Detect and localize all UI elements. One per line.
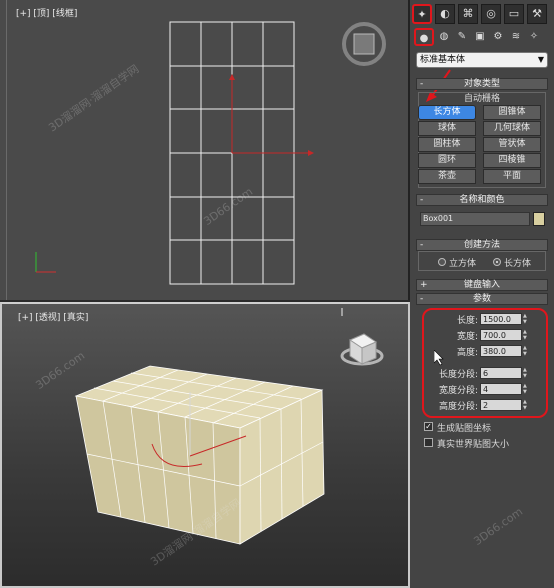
width-label: 宽度: <box>456 332 478 342</box>
geometry-subtype-icon[interactable]: ● <box>414 28 434 46</box>
tube-button[interactable]: 管状体 <box>483 137 541 152</box>
box-radio[interactable] <box>493 258 501 266</box>
hierarchy-tab-icon[interactable]: ⌘ <box>458 4 478 24</box>
cube-radio-label: 立方体 <box>449 259 477 269</box>
box-radio-label: 长方体 <box>504 259 532 269</box>
width-spinner-icon[interactable]: ▲ ▼ <box>523 329 529 341</box>
plane-button[interactable]: 平面 <box>483 169 541 184</box>
autogrid-toggle[interactable]: 自动栅格 <box>418 91 546 104</box>
name-color-rollout[interactable]: - 名称和颜色 <box>416 194 548 206</box>
expand-icon: + <box>420 280 428 290</box>
perspective-viewport[interactable]: [+] [透视] [真实] 3D66.com 3D溜溜网·溜溜自学网 <box>0 302 410 588</box>
collapse-icon: - <box>420 240 424 250</box>
box-mesh <box>74 365 325 545</box>
width-segs-spinner-icon[interactable]: ▲ ▼ <box>523 383 529 395</box>
cameras-subtype-icon[interactable]: ▣ <box>472 28 488 46</box>
box-button[interactable]: 长方体 <box>418 105 476 120</box>
collapse-icon: - <box>420 79 424 89</box>
viewcube-persp <box>340 333 384 366</box>
command-panel: ✦ ◐ ⌘ ◎ ▭ ⚒ ● ◍ ✎ ▣ ⚙ ≋ ✧ 标准基本体 ▼ - 对象类型… <box>410 0 554 588</box>
height-field[interactable]: 380.0 <box>480 345 522 357</box>
keyboard-entry-rollout[interactable]: + 键盘输入 <box>416 279 548 291</box>
pivot-gizmo <box>229 74 314 156</box>
world-axis-tripod <box>35 252 56 273</box>
perspective-scene <box>74 308 384 545</box>
cube-radio[interactable] <box>438 258 446 266</box>
display-tab-icon[interactable]: ▭ <box>504 4 524 24</box>
create-tab-icon[interactable]: ✦ <box>412 4 432 24</box>
top-viewport[interactable]: [+] [顶] [线框] 3D溜溜网·溜溜自学网 3D66.com <box>0 0 410 300</box>
creation-method-rollout[interactable]: - 创建方法 <box>416 239 548 251</box>
height-segs-spinner-icon[interactable]: ▲ ▼ <box>523 399 529 411</box>
height-spinner-icon[interactable]: ▲ ▼ <box>523 345 529 357</box>
length-segs-label: 长度分段: <box>438 370 478 380</box>
width-segs-label: 宽度分段: <box>438 386 478 396</box>
pyramid-button[interactable]: 四棱锥 <box>483 153 541 168</box>
height-segs-field[interactable]: 2 <box>480 399 522 411</box>
top-view-wireframe <box>35 21 386 285</box>
object-type-rollout[interactable]: - 对象类型 <box>416 78 548 90</box>
teapot-button[interactable]: 茶壶 <box>418 169 476 184</box>
systems-subtype-icon[interactable]: ✧ <box>526 28 542 46</box>
length-spinner-icon[interactable]: ▲ ▼ <box>523 313 529 325</box>
real-world-map-checkbox[interactable] <box>424 438 433 447</box>
torus-button[interactable]: 圆环 <box>418 153 476 168</box>
modify-tab-icon[interactable]: ◐ <box>435 4 455 24</box>
parameters-rollout[interactable]: - 参数 <box>416 293 548 305</box>
object-name-input[interactable]: Box001 <box>420 212 530 226</box>
motion-tab-icon[interactable]: ◎ <box>481 4 501 24</box>
collapse-icon: - <box>420 294 424 304</box>
utilities-tab-icon[interactable]: ⚒ <box>527 4 547 24</box>
gen-map-coords-label: 生成贴图坐标 <box>437 424 492 434</box>
chevron-down-icon: ▼ <box>537 55 544 64</box>
watermark: 3D66.com <box>471 504 526 549</box>
cylinder-button[interactable]: 圆柱体 <box>418 137 476 152</box>
width-segs-field[interactable]: 4 <box>480 383 522 395</box>
length-label: 长度: <box>456 316 478 326</box>
mouse-cursor-icon <box>434 350 444 366</box>
width-field[interactable]: 700.0 <box>480 329 522 341</box>
length-segs-spinner-icon[interactable]: ▲ ▼ <box>523 367 529 379</box>
length-field[interactable]: 1500.0 <box>480 313 522 325</box>
lights-subtype-icon[interactable]: ✎ <box>454 28 470 46</box>
spacewarps-subtype-icon[interactable]: ≋ <box>508 28 524 46</box>
length-segs-field[interactable]: 6 <box>480 367 522 379</box>
real-world-map-label: 真实世界贴图大小 <box>437 440 510 450</box>
collapse-icon: - <box>420 195 424 205</box>
viewcube-top <box>342 22 386 66</box>
gen-map-coords-checkbox[interactable]: ✓ <box>424 422 433 431</box>
geosphere-button[interactable]: 几何球体 <box>483 121 541 136</box>
height-segs-label: 高度分段: <box>438 402 478 412</box>
object-color-swatch[interactable] <box>533 212 545 226</box>
sphere-button[interactable]: 球体 <box>418 121 476 136</box>
helpers-subtype-icon[interactable]: ⚙ <box>490 28 506 46</box>
shapes-subtype-icon[interactable]: ◍ <box>436 28 452 46</box>
cone-button[interactable]: 圆锥体 <box>483 105 541 120</box>
